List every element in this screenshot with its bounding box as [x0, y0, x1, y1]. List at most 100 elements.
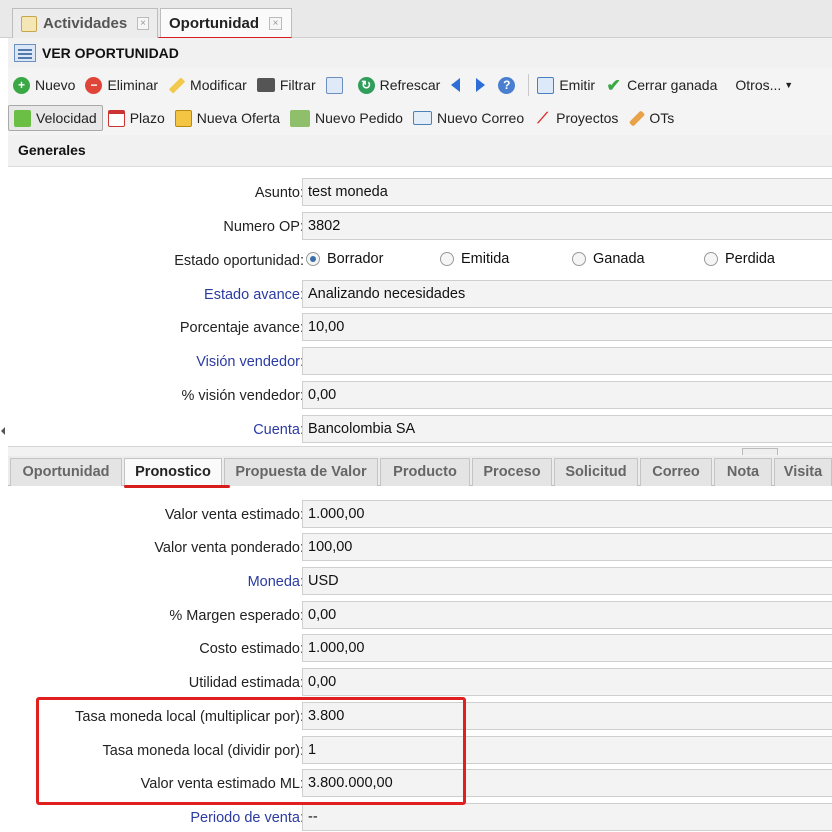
- nuevo-correo-button[interactable]: Nuevo Correo: [408, 105, 529, 131]
- vision-vendedor-link[interactable]: Visión vendedor:: [196, 354, 304, 370]
- radio-borrador-label: Borrador: [327, 251, 384, 267]
- help-icon: ?: [498, 76, 516, 94]
- detail-tab-bar: Oportunidad Pronostico Propuesta de Valo…: [8, 456, 832, 487]
- proyectos-label: Proyectos: [556, 110, 619, 126]
- row-cuenta: Cuenta: Bancolombia SA: [8, 414, 832, 448]
- cerrar-ganada-label: Cerrar ganada: [627, 77, 718, 93]
- tab-oportunidad-label: Oportunidad: [169, 15, 259, 32]
- plazo-label: Plazo: [129, 110, 165, 126]
- pct-vision-vendedor-field[interactable]: 0,00: [302, 381, 832, 409]
- tab-visita[interactable]: Visita: [774, 458, 832, 486]
- panel-splitter[interactable]: [8, 446, 832, 456]
- plazo-button[interactable]: Plazo: [103, 105, 170, 131]
- close-icon[interactable]: ×: [137, 17, 149, 30]
- page-title: VER OPORTUNIDAD: [42, 45, 179, 61]
- porcentaje-avance-field[interactable]: 10,00: [302, 313, 832, 341]
- numero-op-field[interactable]: 3802: [302, 212, 832, 240]
- filtrar-button[interactable]: Filtrar: [252, 72, 321, 98]
- nuevo-pedido-button[interactable]: Nuevo Pedido: [285, 105, 408, 131]
- estado-avance-link[interactable]: Estado avance:: [204, 287, 304, 303]
- otros-label: Otros...: [735, 77, 782, 93]
- row-valor-venta-estimado: Valor venta estimado: 1.000,00: [8, 499, 832, 533]
- tab-actividades-label: Actividades: [43, 15, 128, 32]
- collapse-left-icon[interactable]: [0, 420, 6, 442]
- close-icon[interactable]: ×: [269, 17, 282, 30]
- truck-icon: [290, 109, 311, 127]
- mail-icon: [412, 111, 432, 125]
- row-vision-vendedor: Visión vendedor:: [8, 346, 832, 380]
- tab-solicitud[interactable]: Solicitud: [554, 458, 638, 486]
- section-title-generales: Generales: [8, 135, 832, 167]
- eliminar-label: Eliminar: [107, 77, 159, 93]
- plus-icon: +: [13, 76, 30, 94]
- periodo-venta-link[interactable]: Periodo de venta:: [190, 810, 304, 826]
- costo-estimado-field[interactable]: 1.000,00: [302, 634, 832, 662]
- tab-nota[interactable]: Nota: [714, 458, 772, 486]
- utilidad-estimada-field[interactable]: 0,00: [302, 668, 832, 696]
- row-periodo-venta: Periodo de venta: --: [8, 802, 832, 832]
- filtrar-label: Filtrar: [279, 77, 316, 93]
- otros-menu-button[interactable]: Otros... ▼: [730, 72, 798, 98]
- utilidad-estimada-label: Utilidad estimada:: [188, 675, 304, 691]
- previous-icon[interactable]: [451, 78, 461, 92]
- nuevo-button[interactable]: + Nuevo: [8, 72, 80, 98]
- cerrar-ganada-button[interactable]: ✔ Cerrar ganada: [600, 72, 722, 98]
- pencil-icon: [21, 15, 37, 32]
- valor-venta-estimado-field[interactable]: 1.000,00: [302, 500, 832, 528]
- estado-avance-field[interactable]: Analizando necesidades: [302, 280, 832, 308]
- row-valor-venta-ponderado: Valor venta ponderado: 100,00: [8, 532, 832, 566]
- tab-propuesta-de-valor[interactable]: Propuesta de Valor: [224, 458, 378, 486]
- estado-oportunidad-radio-group: Borrador Emitida Ganada Perdida: [306, 251, 775, 267]
- nueva-oferta-button[interactable]: Nueva Oferta: [170, 105, 285, 131]
- tab-proceso[interactable]: Proceso: [472, 458, 552, 486]
- periodo-venta-field[interactable]: --: [302, 803, 832, 831]
- next-icon[interactable]: [476, 78, 486, 92]
- tab-correo[interactable]: Correo: [640, 458, 712, 486]
- refrescar-button[interactable]: ↻ Refrescar: [353, 72, 446, 98]
- highlight-box: [36, 697, 466, 805]
- tab-producto[interactable]: Producto: [380, 458, 470, 486]
- proyectos-button[interactable]: ⟋ Proyectos: [529, 105, 623, 131]
- radio-emitida[interactable]: Emitida: [440, 251, 572, 267]
- asunto-label: Asunto:: [254, 185, 304, 201]
- radio-borrador[interactable]: Borrador: [306, 251, 440, 267]
- valor-venta-ponderado-label: Valor venta ponderado:: [154, 540, 304, 556]
- binoculars-icon: [256, 78, 275, 92]
- radio-perdida[interactable]: Perdida: [704, 251, 775, 267]
- top-tab-bar: Actividades × Oportunidad ×: [0, 0, 832, 38]
- ots-label: OTs: [649, 110, 675, 126]
- cuenta-field[interactable]: Bancolombia SA: [302, 415, 832, 443]
- refresh-icon: ↻: [357, 76, 375, 94]
- cuenta-link[interactable]: Cuenta:: [253, 422, 304, 438]
- tab-pronostico[interactable]: Pronostico: [124, 458, 222, 487]
- radio-ganada[interactable]: Ganada: [572, 251, 704, 267]
- jar-icon: [174, 109, 192, 127]
- help-button[interactable]: ?: [493, 72, 525, 98]
- moneda-link[interactable]: Moneda:: [248, 574, 304, 590]
- radio-unselected-icon: [704, 252, 718, 266]
- eliminar-button[interactable]: − Eliminar: [80, 72, 163, 98]
- row-estado-oportunidad: Estado oportunidad: Borrador Emitida Gan…: [8, 245, 832, 279]
- emitir-button[interactable]: Emitir: [532, 72, 600, 98]
- tab-oportunidad[interactable]: Oportunidad ×: [160, 8, 292, 38]
- edit-form-button[interactable]: [321, 72, 353, 98]
- radio-perdida-label: Perdida: [725, 251, 775, 267]
- tab-oportunidad-detail[interactable]: Oportunidad: [10, 458, 122, 486]
- margen-esperado-field[interactable]: 0,00: [302, 601, 832, 629]
- emitir-label: Emitir: [559, 77, 596, 93]
- asunto-field[interactable]: test moneda: [302, 178, 832, 206]
- toolbar-divider: [528, 74, 530, 96]
- row-numero-op: Numero OP: 3802: [8, 211, 832, 245]
- radio-unselected-icon: [440, 252, 454, 266]
- splitter-handle-icon[interactable]: [742, 448, 778, 455]
- form-icon: [14, 44, 36, 62]
- moneda-field[interactable]: USD: [302, 567, 832, 595]
- vision-vendedor-field[interactable]: [302, 347, 832, 375]
- modificar-button[interactable]: Modificar: [163, 72, 252, 98]
- page-header: VER OPORTUNIDAD: [8, 38, 832, 68]
- radio-selected-icon: [306, 252, 320, 266]
- velocidad-button[interactable]: Velocidad: [8, 105, 103, 131]
- ots-button[interactable]: OTs: [623, 105, 679, 131]
- valor-venta-ponderado-field[interactable]: 100,00: [302, 533, 832, 561]
- tab-actividades[interactable]: Actividades ×: [12, 8, 158, 38]
